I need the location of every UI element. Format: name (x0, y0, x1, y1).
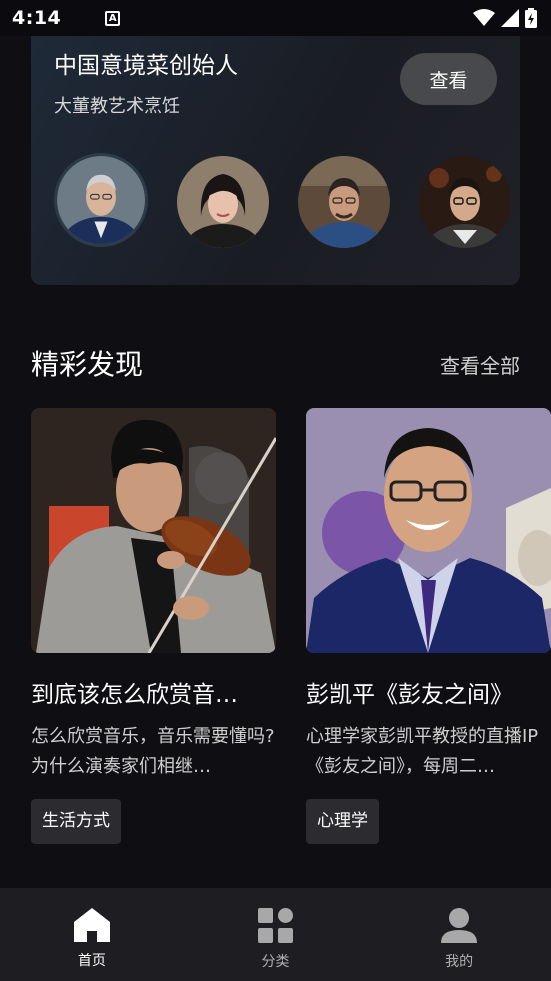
nav-profile-label: 我的 (445, 954, 474, 970)
wifi-icon (473, 9, 495, 26)
card-2-image[interactable] (306, 408, 551, 653)
view-button[interactable]: 查看 (400, 53, 497, 105)
nav-category[interactable]: 分类 (184, 888, 368, 981)
status-bar: 4:14 A (0, 0, 551, 36)
status-icons (473, 8, 537, 28)
bottom-navigation: 首页 分类 我的 (0, 888, 551, 981)
nav-home[interactable]: 首页 (0, 888, 184, 981)
card-1-title: 到底该怎么欣赏音… (31, 682, 238, 708)
signal-icon (501, 9, 519, 27)
instructor-avatar-4[interactable] (419, 156, 511, 248)
card-2-tag[interactable]: 心理学 (306, 799, 379, 844)
grid-icon (258, 908, 293, 943)
instructor-avatar-1[interactable] (54, 153, 148, 247)
feature-title: 中国意境菜创始人 (54, 53, 238, 79)
accessibility-badge-icon: A (105, 10, 121, 26)
section-title: 精彩发现 (31, 348, 144, 381)
status-time: 4:14 (12, 7, 62, 29)
person-icon (441, 908, 478, 943)
nav-profile[interactable]: 我的 (367, 888, 551, 981)
card-1-tag[interactable]: 生活方式 (31, 799, 121, 844)
instructor-avatar-2[interactable] (177, 156, 269, 248)
card-2-title: 彭凯平《彭友之间》 (306, 682, 513, 708)
feature-card[interactable]: 中国意境菜创始人 大董教艺术烹饪 查看 (31, 36, 520, 285)
instructor-avatar-3[interactable] (298, 156, 390, 248)
card-2-description: 心理学家彭凯平教授的直播IP《彭友之间》，每周二… (306, 726, 539, 777)
card-1-image[interactable] (31, 408, 276, 653)
discovery-card-1[interactable]: 到底该怎么欣赏音… 怎么欣赏音乐，音乐需要懂吗? 为什么演奏家们相继… 生活方式 (31, 408, 276, 844)
nav-category-label: 分类 (261, 954, 290, 970)
battery-icon (525, 8, 537, 28)
card-1-description: 怎么欣赏音乐，音乐需要懂吗? 为什么演奏家们相继… (31, 726, 275, 777)
nav-home-label: 首页 (77, 953, 106, 969)
feature-subtitle: 大董教艺术烹饪 (54, 96, 180, 117)
view-all-link[interactable]: 查看全部 (440, 350, 520, 379)
discovery-card-2[interactable]: 彭凯平《彭友之间》 心理学家彭凯平教授的直播IP《彭友之间》，每周二… 心理学 (306, 408, 551, 844)
home-icon (73, 908, 110, 942)
